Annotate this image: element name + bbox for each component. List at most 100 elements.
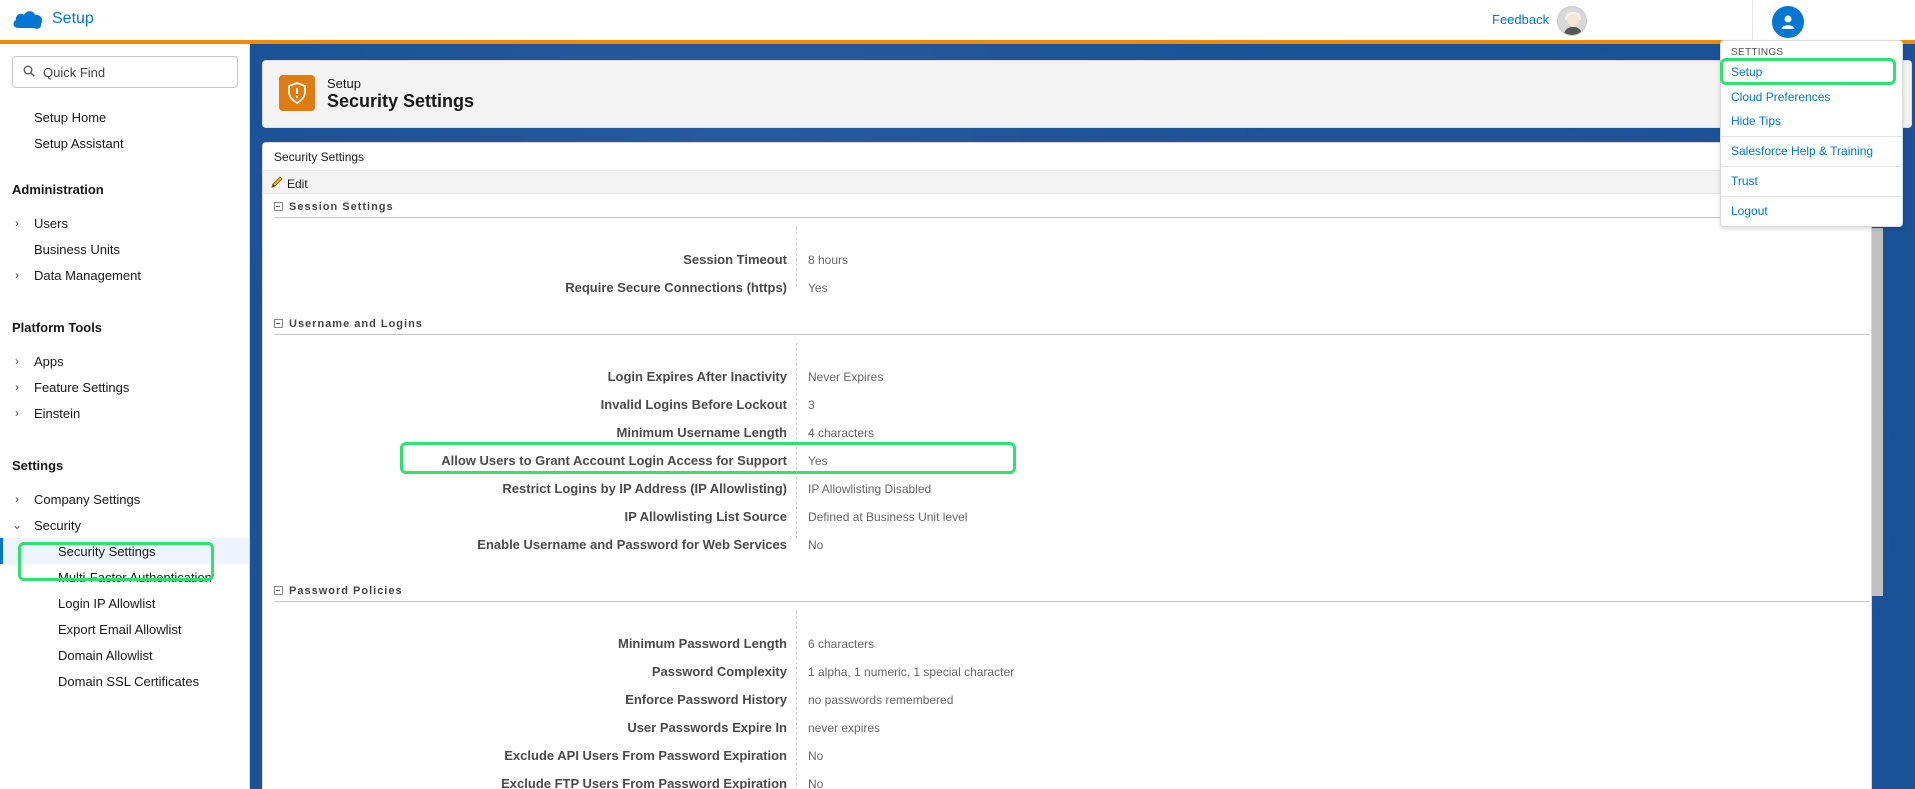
profile-avatar[interactable]	[1557, 6, 1587, 36]
sidebar-item-domain-allowlist[interactable]: Domain Allowlist	[0, 642, 249, 668]
setup-sidebar: Setup Home Setup Assistant Administratio…	[0, 44, 250, 789]
field-value: No	[808, 538, 824, 552]
sidebar-section-platform-tools: Platform Tools	[12, 320, 103, 335]
page-eyebrow: Setup	[327, 76, 361, 91]
field-value: 6 characters	[808, 637, 875, 651]
sidebar-item-business-units[interactable]: Business Units	[0, 236, 249, 262]
feedback-link[interactable]: Feedback	[1492, 12, 1549, 27]
sidebar-item-security[interactable]: ⌄ Security	[0, 512, 249, 538]
sidebar-item-security-settings[interactable]: Security Settings	[0, 538, 249, 564]
collapse-icon[interactable]: −	[274, 319, 283, 328]
field-row: Invalid Logins Before Lockout 3	[263, 394, 1871, 416]
field-row: Require Secure Connections (https) Yes	[263, 277, 1871, 299]
edit-label: Edit	[287, 176, 308, 191]
sidebar-item-label: Security Settings	[58, 543, 156, 559]
field-row: Password Complexity 1 alpha, 1 numeric, 1…	[263, 661, 1871, 683]
field-value: Defined at Business Unit level	[808, 510, 968, 524]
field-row: Restrict Logins by IP Address (IP Allowl…	[263, 478, 1871, 500]
user-menu-trigger[interactable]	[1752, 0, 1822, 40]
field-label: IP Allowlisting List Source	[624, 509, 787, 524]
section-title: Username and Logins	[289, 317, 423, 330]
sidebar-item-einstein[interactable]: › Einstein	[0, 400, 249, 426]
field-row: Minimum Password Length 6 characters	[263, 633, 1871, 655]
menu-divider	[1721, 196, 1902, 197]
field-value: no passwords remembered	[808, 693, 954, 707]
field-row: Minimum Username Length 4 characters	[263, 422, 1871, 444]
sidebar-item-setup-home[interactable]: Setup Home	[0, 104, 249, 130]
sidebar-item-label: Domain SSL Certificates	[58, 673, 200, 689]
sidebar-item-setup-assistant[interactable]: Setup Assistant	[0, 130, 249, 156]
menu-item-setup[interactable]: Setup	[1731, 65, 1762, 79]
sidebar-item-label: Feature Settings	[34, 379, 130, 395]
menu-item-trust[interactable]: Trust	[1731, 174, 1758, 188]
user-icon[interactable]	[1772, 6, 1804, 38]
field-label: Allow Users to Grant Account Login Acces…	[441, 453, 787, 468]
sidebar-item-label: Apps	[34, 353, 64, 369]
field-value: 8 hours	[808, 253, 849, 267]
menu-divider	[1721, 166, 1902, 167]
field-value: 1 alpha, 1 numeric, 1 special character	[808, 665, 1015, 679]
page-title: Security Settings	[327, 91, 475, 111]
collapse-icon[interactable]: −	[274, 586, 283, 595]
section-session-settings[interactable]: − Session Settings	[274, 196, 1870, 218]
pencil-icon	[270, 175, 284, 192]
field-label: Require Secure Connections (https)	[565, 280, 787, 295]
sidebar-item-data-management[interactable]: › Data Management	[0, 262, 249, 288]
page-header: Setup Security Settings	[262, 60, 1912, 128]
sidebar-item-label: Business Units	[34, 241, 120, 257]
panel-title: Security Settings	[274, 150, 365, 164]
sidebar-item-label: Einstein	[34, 405, 81, 421]
field-label: Password Complexity	[651, 664, 787, 679]
field-row: Allow Users to Grant Account Login Acces…	[263, 450, 1871, 472]
search-icon	[23, 65, 35, 80]
menu-item-cloud-preferences[interactable]: Cloud Preferences	[1731, 90, 1830, 104]
field-row: Enforce Password History no passwords rem…	[263, 689, 1871, 711]
menu-divider	[1721, 136, 1902, 137]
sidebar-item-multi-factor-authentication[interactable]: Multi-Factor Authentication	[0, 564, 249, 590]
sidebar-item-domain-ssl-certificates[interactable]: Domain SSL Certificates	[0, 668, 249, 694]
field-label: Exclude API Users From Password Expirati…	[504, 748, 787, 763]
menu-item-help-and-training[interactable]: Salesforce Help & Training	[1731, 144, 1873, 158]
sidebar-item-users[interactable]: › Users	[0, 210, 249, 236]
chevron-right-icon: ›	[15, 406, 19, 420]
field-row: Session Timeout 8 hours	[263, 249, 1871, 271]
field-label: Minimum Username Length	[616, 425, 787, 440]
quick-find-input[interactable]	[43, 64, 223, 80]
security-settings-panel: Security Settings Edit − Session Setting…	[262, 142, 1872, 789]
field-label: Minimum Password Length	[617, 636, 787, 651]
chevron-right-icon: ›	[15, 268, 19, 282]
field-label: Enable Username and Password for Web Ser…	[477, 537, 787, 552]
quick-find[interactable]	[12, 56, 238, 88]
field-row: Exclude FTP Users From Password Expirati…	[263, 773, 1871, 789]
field-value: IP Allowlisting Disabled	[808, 482, 932, 496]
field-value: Yes	[808, 454, 828, 468]
field-label: Exclude FTP Users From Password Expirati…	[501, 776, 787, 789]
chevron-right-icon: ›	[15, 216, 19, 230]
section-password-policies[interactable]: − Password Policies	[274, 580, 1870, 602]
field-row: Enable Username and Password for Web Ser…	[263, 534, 1871, 556]
sidebar-item-label: Export Email Allowlist	[58, 621, 182, 637]
sidebar-item-company-settings[interactable]: › Company Settings	[0, 486, 249, 512]
sidebar-item-label: Login IP Allowlist	[58, 595, 156, 611]
sidebar-item-feature-settings[interactable]: › Feature Settings	[0, 374, 249, 400]
scrollbar-thumb[interactable]	[1872, 228, 1883, 596]
section-title: Password Policies	[289, 584, 403, 597]
section-username-and-logins[interactable]: − Username and Logins	[274, 313, 1870, 335]
menu-item-hide-tips[interactable]: Hide Tips	[1731, 114, 1781, 128]
sidebar-item-label: Data Management	[34, 267, 141, 283]
collapse-icon[interactable]: −	[274, 202, 283, 211]
field-value: No	[808, 777, 824, 789]
shield-icon	[279, 75, 315, 111]
global-header: Setup Feedback	[0, 0, 1915, 40]
field-value: Yes	[808, 281, 828, 295]
brand[interactable]: Setup	[12, 8, 94, 30]
edit-button[interactable]: Edit	[270, 175, 308, 192]
menu-item-logout[interactable]: Logout	[1731, 204, 1768, 218]
section-title: Session Settings	[289, 200, 394, 213]
sidebar-item-export-email-allowlist[interactable]: Export Email Allowlist	[0, 616, 249, 642]
sidebar-item-login-ip-allowlist[interactable]: Login IP Allowlist	[0, 590, 249, 616]
sidebar-item-apps[interactable]: › Apps	[0, 348, 249, 374]
sidebar-item-label: Domain Allowlist	[58, 647, 153, 663]
field-value: Never Expires	[808, 370, 884, 384]
field-row: User Passwords Expire In never expires	[263, 717, 1871, 739]
